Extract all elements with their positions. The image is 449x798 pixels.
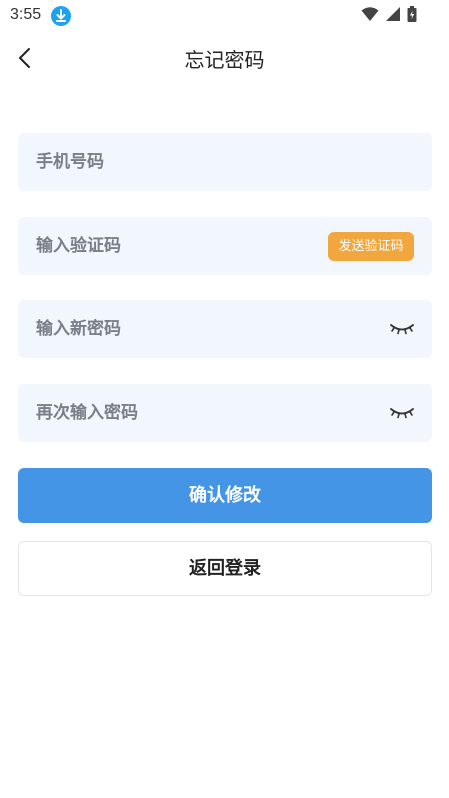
download-icon	[51, 6, 71, 26]
confirm-change-button[interactable]: 确认修改	[18, 468, 432, 523]
battery-icon	[407, 6, 417, 26]
eye-closed-icon[interactable]	[390, 405, 414, 421]
page-title: 忘记密码	[184, 48, 265, 72]
new-password-field-container	[18, 300, 432, 358]
repeat-password-input[interactable]	[36, 384, 336, 442]
repeat-password-field-container	[18, 384, 432, 442]
signal-icon	[385, 6, 401, 26]
header: 忘记密码	[0, 32, 449, 84]
status-icons	[361, 6, 417, 26]
wifi-icon	[361, 6, 379, 26]
phone-input[interactable]	[36, 133, 336, 191]
status-time: 3:55	[10, 6, 42, 23]
verification-code-input[interactable]	[36, 217, 336, 275]
eye-closed-icon[interactable]	[390, 321, 414, 337]
phone-field-container	[18, 133, 432, 191]
back-to-login-button[interactable]: 返回登录	[18, 541, 432, 596]
send-code-button[interactable]: 发送验证码	[328, 232, 414, 261]
status-bar: 3:55	[0, 0, 449, 32]
new-password-input[interactable]	[36, 300, 336, 358]
code-field-container: 发送验证码	[18, 217, 432, 275]
